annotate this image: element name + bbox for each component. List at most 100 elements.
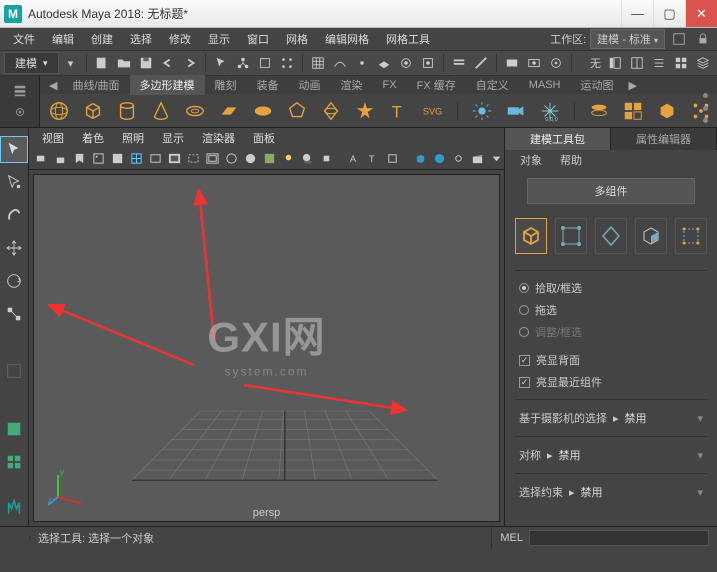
- tab-modeling-toolkit[interactable]: 建模工具包: [505, 128, 611, 150]
- vp-image-plane-icon[interactable]: [90, 151, 106, 167]
- shelf-scroll-left[interactable]: ◀: [44, 77, 62, 94]
- rotate-tool-button[interactable]: [0, 267, 28, 294]
- vp-bookmark-icon[interactable]: [71, 151, 87, 167]
- ipr-icon[interactable]: [524, 53, 544, 73]
- vp-lock-cam-icon[interactable]: [52, 151, 68, 167]
- shelf-scroll-right[interactable]: ▶: [624, 77, 642, 94]
- vp-renderer-dd-icon[interactable]: [488, 151, 504, 167]
- menu-file[interactable]: 文件: [6, 29, 42, 49]
- shelf-menu-icon[interactable]: [13, 84, 27, 98]
- snap-grid-icon[interactable]: [308, 53, 328, 73]
- vp-res-gate-icon[interactable]: [185, 151, 201, 167]
- shelf-tab-custom[interactable]: 自定义: [466, 75, 519, 95]
- check-highlight-nearest[interactable]: ✓亮显最近组件: [515, 371, 707, 393]
- vp-shaded-icon[interactable]: [242, 151, 258, 167]
- maximize-button[interactable]: ▢: [653, 0, 685, 27]
- shelf-tab-render[interactable]: 渲染: [331, 75, 373, 95]
- shelf-tab-anim[interactable]: 动画: [289, 75, 331, 95]
- select-constraint[interactable]: 选择约束▸禁用▾: [515, 480, 707, 504]
- scale-tool-button[interactable]: [0, 300, 28, 327]
- poly-cube-icon[interactable]: [80, 98, 106, 124]
- stack-icon[interactable]: [693, 53, 713, 73]
- panel-drag-handle[interactable]: [703, 93, 709, 123]
- radio-drag[interactable]: 拖选: [515, 299, 707, 321]
- construction-icon[interactable]: [471, 53, 491, 73]
- vertex-mode-button[interactable]: [555, 218, 587, 254]
- poly-sphere-icon[interactable]: [46, 98, 72, 124]
- layout-quad-icon[interactable]: [620, 98, 646, 124]
- viewport-canvas[interactable]: GXI网 system.com y x z persp: [33, 174, 500, 522]
- select-hierarchy-icon[interactable]: [233, 53, 253, 73]
- vp-menu-show[interactable]: 显示: [155, 129, 191, 147]
- vp-isolate-icon[interactable]: [318, 151, 334, 167]
- new-scene-icon[interactable]: [92, 53, 112, 73]
- poly-platonic-icon[interactable]: [284, 98, 310, 124]
- vp-safe-icon[interactable]: [204, 151, 220, 167]
- menu-window[interactable]: 窗口: [240, 29, 276, 49]
- poly-superellipse-icon[interactable]: [318, 98, 344, 124]
- shelf-tab-poly[interactable]: 多边形建模: [130, 75, 205, 95]
- vp-menu-view[interactable]: 视图: [35, 129, 71, 147]
- shelf-tab-sculpt[interactable]: 雕刻: [205, 75, 247, 95]
- close-button[interactable]: ✕: [685, 0, 717, 27]
- vp-select-cam-icon[interactable]: [33, 151, 49, 167]
- vp-gate-mask-icon[interactable]: [166, 151, 182, 167]
- redo-icon[interactable]: [180, 53, 200, 73]
- poly-cylinder-icon[interactable]: [114, 98, 140, 124]
- select-object-icon[interactable]: [255, 53, 275, 73]
- object-mode-button[interactable]: [515, 218, 547, 254]
- vp-xray-icon[interactable]: A: [346, 151, 362, 167]
- vp-wireframe-icon[interactable]: [223, 151, 239, 167]
- select-tool-icon[interactable]: [211, 53, 231, 73]
- uv-mode-button[interactable]: [675, 218, 707, 254]
- tab-attribute-editor[interactable]: 属性编辑器: [611, 128, 717, 150]
- vp-grid-icon[interactable]: [128, 151, 144, 167]
- vp-cube-icon[interactable]: [412, 151, 428, 167]
- vp-2d-icon[interactable]: [109, 151, 125, 167]
- mode-dropdown[interactable]: 建模: [4, 52, 59, 74]
- snap-live-icon[interactable]: [396, 53, 416, 73]
- rmenu-object[interactable]: 对象: [513, 151, 549, 169]
- render-settings-icon[interactable]: [546, 53, 566, 73]
- menu-select[interactable]: 选择: [123, 29, 159, 49]
- vp-shadows-icon[interactable]: [299, 151, 315, 167]
- toggle-icon[interactable]: [649, 53, 669, 73]
- menu-create[interactable]: 创建: [84, 29, 120, 49]
- light-icon[interactable]: [469, 98, 495, 124]
- move-tool-button[interactable]: [0, 234, 28, 261]
- vp-menu-renderer[interactable]: 渲染器: [195, 129, 242, 147]
- panel-toggle-icon[interactable]: [627, 53, 647, 73]
- cube-wire-icon[interactable]: [654, 98, 680, 124]
- menu-edit-mesh[interactable]: 编辑网格: [318, 29, 376, 49]
- last-tool-button[interactable]: [0, 358, 28, 385]
- shelf-tab-mash[interactable]: MASH: [519, 77, 571, 93]
- camera-icon[interactable]: [503, 98, 529, 124]
- select-tool-button[interactable]: [0, 136, 28, 163]
- mel-input[interactable]: [529, 530, 709, 546]
- vp-expose-icon[interactable]: [384, 151, 400, 167]
- menu-display[interactable]: 显示: [201, 29, 237, 49]
- poly-torus-icon[interactable]: [182, 98, 208, 124]
- snap-view-icon[interactable]: [418, 53, 438, 73]
- shelf-tab-motion[interactable]: 运动图: [571, 75, 624, 95]
- undo-icon[interactable]: [158, 53, 178, 73]
- poly-plane-icon[interactable]: [216, 98, 242, 124]
- radio-marquee[interactable]: 拾取/框选: [515, 277, 707, 299]
- check-highlight-backfaces[interactable]: ✓亮显背面: [515, 349, 707, 371]
- maya-logo-button[interactable]: [0, 488, 28, 526]
- four-view-button[interactable]: [0, 449, 28, 476]
- vp-film-gate-icon[interactable]: [147, 151, 163, 167]
- lock-icon[interactable]: [693, 29, 713, 49]
- menu-mesh[interactable]: 网格: [279, 29, 315, 49]
- vp-lights-icon[interactable]: [280, 151, 296, 167]
- shelf-tab-fxcache[interactable]: FX 缓存: [407, 75, 466, 95]
- snap-point-icon[interactable]: [352, 53, 372, 73]
- history-icon[interactable]: [449, 53, 469, 73]
- layout-icon[interactable]: [671, 53, 691, 73]
- render-icon[interactable]: [502, 53, 522, 73]
- shelf-tab-rigging[interactable]: 装备: [247, 75, 289, 95]
- lasso-tool-button[interactable]: [0, 169, 28, 196]
- snowflake-icon[interactable]: 0,0,0: [537, 98, 563, 124]
- vp-menu-shading[interactable]: 着色: [75, 129, 111, 147]
- hotbox-icon[interactable]: [669, 29, 689, 49]
